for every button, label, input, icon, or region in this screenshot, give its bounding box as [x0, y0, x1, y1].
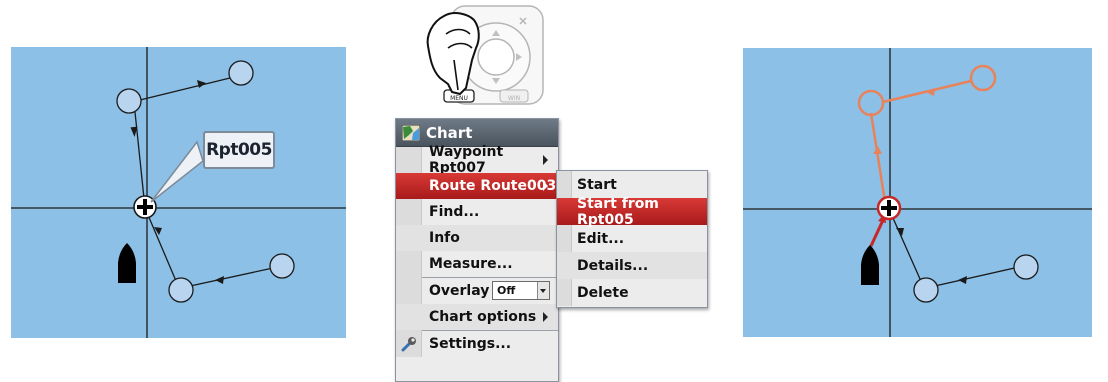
menu-title: Chart: [426, 123, 473, 142]
waypoint-marker: [1013, 254, 1039, 280]
menu-item-label: Measure...: [429, 256, 513, 272]
chart-left-canvas: [11, 47, 346, 338]
chart-right-canvas: [743, 48, 1092, 337]
active-waypoint-marker: [969, 64, 997, 92]
menu-item-waypoint[interactable]: Waypoint Rpt007: [396, 144, 558, 176]
navigation-line: [869, 217, 886, 247]
overlay-select-value: Off: [497, 284, 516, 297]
menu-item-label: Info: [429, 230, 460, 246]
active-route-lines: [869, 79, 972, 203]
route-submenu: Start Start from Rpt005 Edit... Details.…: [556, 170, 708, 308]
submenu-item-start[interactable]: Start: [557, 171, 707, 198]
overlay-select[interactable]: Off: [492, 281, 550, 300]
menu-item-measure[interactable]: Measure...: [396, 251, 558, 277]
route-lines: [134, 77, 274, 289]
menu-item-label: Overlay: [429, 283, 490, 299]
submenu-item-start-from[interactable]: Start from Rpt005: [557, 195, 707, 228]
menu-item-overlay[interactable]: Overlay Off: [396, 278, 558, 304]
waypoint-marker: [913, 277, 939, 303]
route-lines: [888, 208, 1020, 289]
menu-item-settings[interactable]: Settings...: [396, 331, 558, 357]
keypad-win-label: WIN: [508, 95, 520, 102]
menu-item-label: Route Route003: [429, 178, 557, 194]
menu-item-find[interactable]: Find...: [396, 199, 558, 225]
submenu-item-label: Start: [577, 176, 617, 193]
chevron-down-icon[interactable]: [537, 282, 549, 299]
waypoint-callout: Rpt005: [203, 131, 275, 169]
boat-icon: [861, 245, 879, 285]
waypoint-marker: [116, 88, 142, 114]
submenu-item-label: Start from Rpt005: [577, 195, 659, 228]
waypoint-marker: [168, 277, 194, 303]
keypad-menu-label: MENU: [450, 95, 468, 102]
keypad-illustration: WIN MENU: [424, 0, 546, 108]
submenu-item-details[interactable]: Details...: [557, 252, 707, 279]
menu-item-label: Settings...: [429, 336, 512, 352]
menu-item-label: Find...: [429, 204, 480, 220]
route-arrows: [896, 228, 967, 284]
keypad-svg: WIN MENU: [426, 5, 544, 105]
waypoints: [913, 254, 1039, 303]
submenu-item-label: Edit...: [577, 230, 625, 247]
active-waypoint-marker: [857, 89, 885, 117]
chart-left[interactable]: Rpt005: [11, 47, 346, 338]
menu-item-route[interactable]: Route Route003: [396, 173, 558, 199]
menu-item-label: Waypoint Rpt007: [429, 144, 504, 176]
submenu-arrow-icon: [543, 312, 548, 322]
chart-icon: [402, 124, 420, 141]
chart-context-menu: Chart Waypoint Rpt007 Route Route003 Fin…: [395, 118, 559, 382]
menu-item-info[interactable]: Info: [396, 225, 558, 251]
waypoint-marker: [228, 60, 254, 86]
waypoints: [116, 60, 295, 303]
boat-icon: [118, 243, 136, 283]
submenu-item-edit[interactable]: Edit...: [557, 225, 707, 252]
submenu-arrow-icon: [543, 155, 548, 165]
submenu-item-label: Details...: [577, 257, 649, 274]
waypoint-marker: [269, 253, 295, 279]
menu-header: Chart: [396, 119, 558, 147]
submenu-item-delete[interactable]: Delete: [557, 279, 707, 306]
wrench-icon: [401, 337, 416, 352]
submenu-item-label: Delete: [577, 284, 629, 301]
chart-right[interactable]: [743, 48, 1092, 337]
menu-item-label: Chart options: [429, 309, 537, 325]
callout-pointer: [150, 140, 204, 203]
menu-item-chart-options[interactable]: Chart options: [396, 304, 558, 330]
submenu-arrow-icon: [543, 181, 548, 191]
